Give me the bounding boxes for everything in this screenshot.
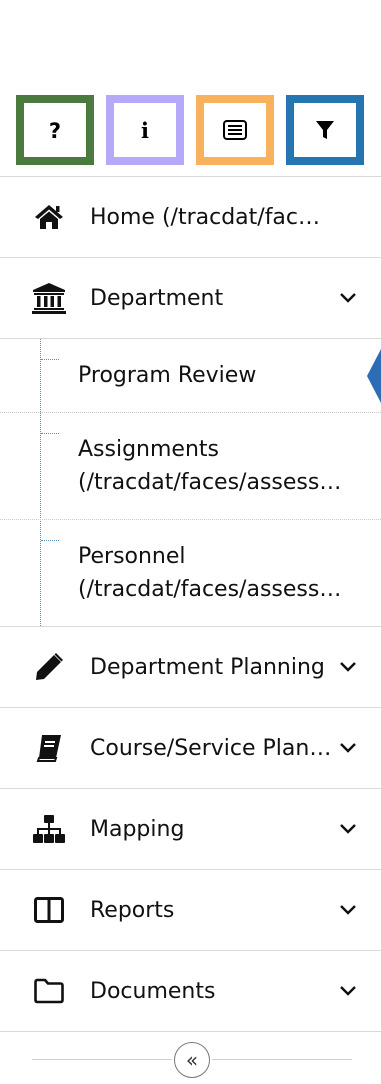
nav-item-documents[interactable]: Documents <box>0 951 381 1032</box>
nav-label-department: Department <box>90 285 224 311</box>
nav-item-department-planning[interactable]: Department Planning <box>0 627 381 708</box>
chevron-down-icon[interactable] <box>337 818 359 840</box>
nav-item-home[interactable]: Home (/tracdat/fac… <box>0 177 381 258</box>
shortcut-bar: ? i <box>16 95 366 165</box>
chevron-down-icon[interactable] <box>337 287 359 309</box>
collapse-row: « <box>0 1032 381 1084</box>
chevron-down-icon[interactable] <box>337 899 359 921</box>
nav-label-department-planning: Department Planning <box>90 654 325 680</box>
nav-item-course-service[interactable]: Course/Service Plan… <box>0 708 381 789</box>
svg-text:i: i <box>141 119 149 141</box>
nav-item-mapping[interactable]: Mapping <box>0 789 381 870</box>
submenu-item-personnel[interactable]: Personnel (/tracdat/faces/assess… <box>0 519 381 626</box>
book-icon <box>28 727 70 769</box>
submenu-item-label: Assignments <box>78 437 219 462</box>
nav-label-mapping: Mapping <box>90 816 185 842</box>
chevron-down-icon[interactable] <box>337 656 359 678</box>
list-card-icon <box>223 120 247 140</box>
nav-item-reports[interactable]: Reports <box>0 870 381 951</box>
help-shortcut[interactable]: ? <box>16 95 94 165</box>
submenu-item-path: (/tracdat/faces/assess… <box>78 577 342 602</box>
submenu-item-assignments[interactable]: Assignments (/tracdat/faces/assess… <box>0 412 381 519</box>
home-icon <box>28 196 70 238</box>
active-indicator <box>367 348 381 403</box>
columns-icon <box>28 889 70 931</box>
nav-label-documents: Documents <box>90 978 216 1004</box>
info-icon: i <box>141 119 149 141</box>
divider <box>212 1059 352 1060</box>
folder-icon <box>28 970 70 1012</box>
list-shortcut[interactable] <box>196 95 274 165</box>
submenu-item-program-review[interactable]: Program Review <box>0 339 381 412</box>
chevron-down-icon[interactable] <box>337 737 359 759</box>
double-chevron-left-icon: « <box>185 1048 199 1072</box>
pencil-icon <box>28 646 70 688</box>
submenu-item-path: (/tracdat/faces/assess… <box>78 470 342 495</box>
nav-label-course-service: Course/Service Plan… <box>90 735 332 761</box>
submenu-item-label: Personnel <box>78 544 186 569</box>
nav-label-reports: Reports <box>90 897 175 923</box>
submenu-item-label: Program Review <box>78 363 257 388</box>
filter-icon <box>316 121 334 139</box>
divider <box>32 1059 172 1060</box>
department-submenu: Program Review Assignments (/tracdat/fac… <box>0 339 381 627</box>
bank-icon <box>28 277 70 319</box>
sidebar-nav: Home (/tracdat/fac… Department Program R… <box>0 176 381 1084</box>
info-shortcut[interactable]: i <box>106 95 184 165</box>
chevron-down-icon[interactable] <box>337 980 359 1002</box>
question-icon: ? <box>49 119 61 141</box>
filter-shortcut[interactable] <box>286 95 364 165</box>
nav-item-department[interactable]: Department <box>0 258 381 339</box>
sitemap-icon <box>28 808 70 850</box>
svg-text:?: ? <box>49 119 61 141</box>
collapse-sidebar-button[interactable]: « <box>174 1042 210 1078</box>
nav-label-home: Home (/tracdat/fac… <box>90 204 321 230</box>
